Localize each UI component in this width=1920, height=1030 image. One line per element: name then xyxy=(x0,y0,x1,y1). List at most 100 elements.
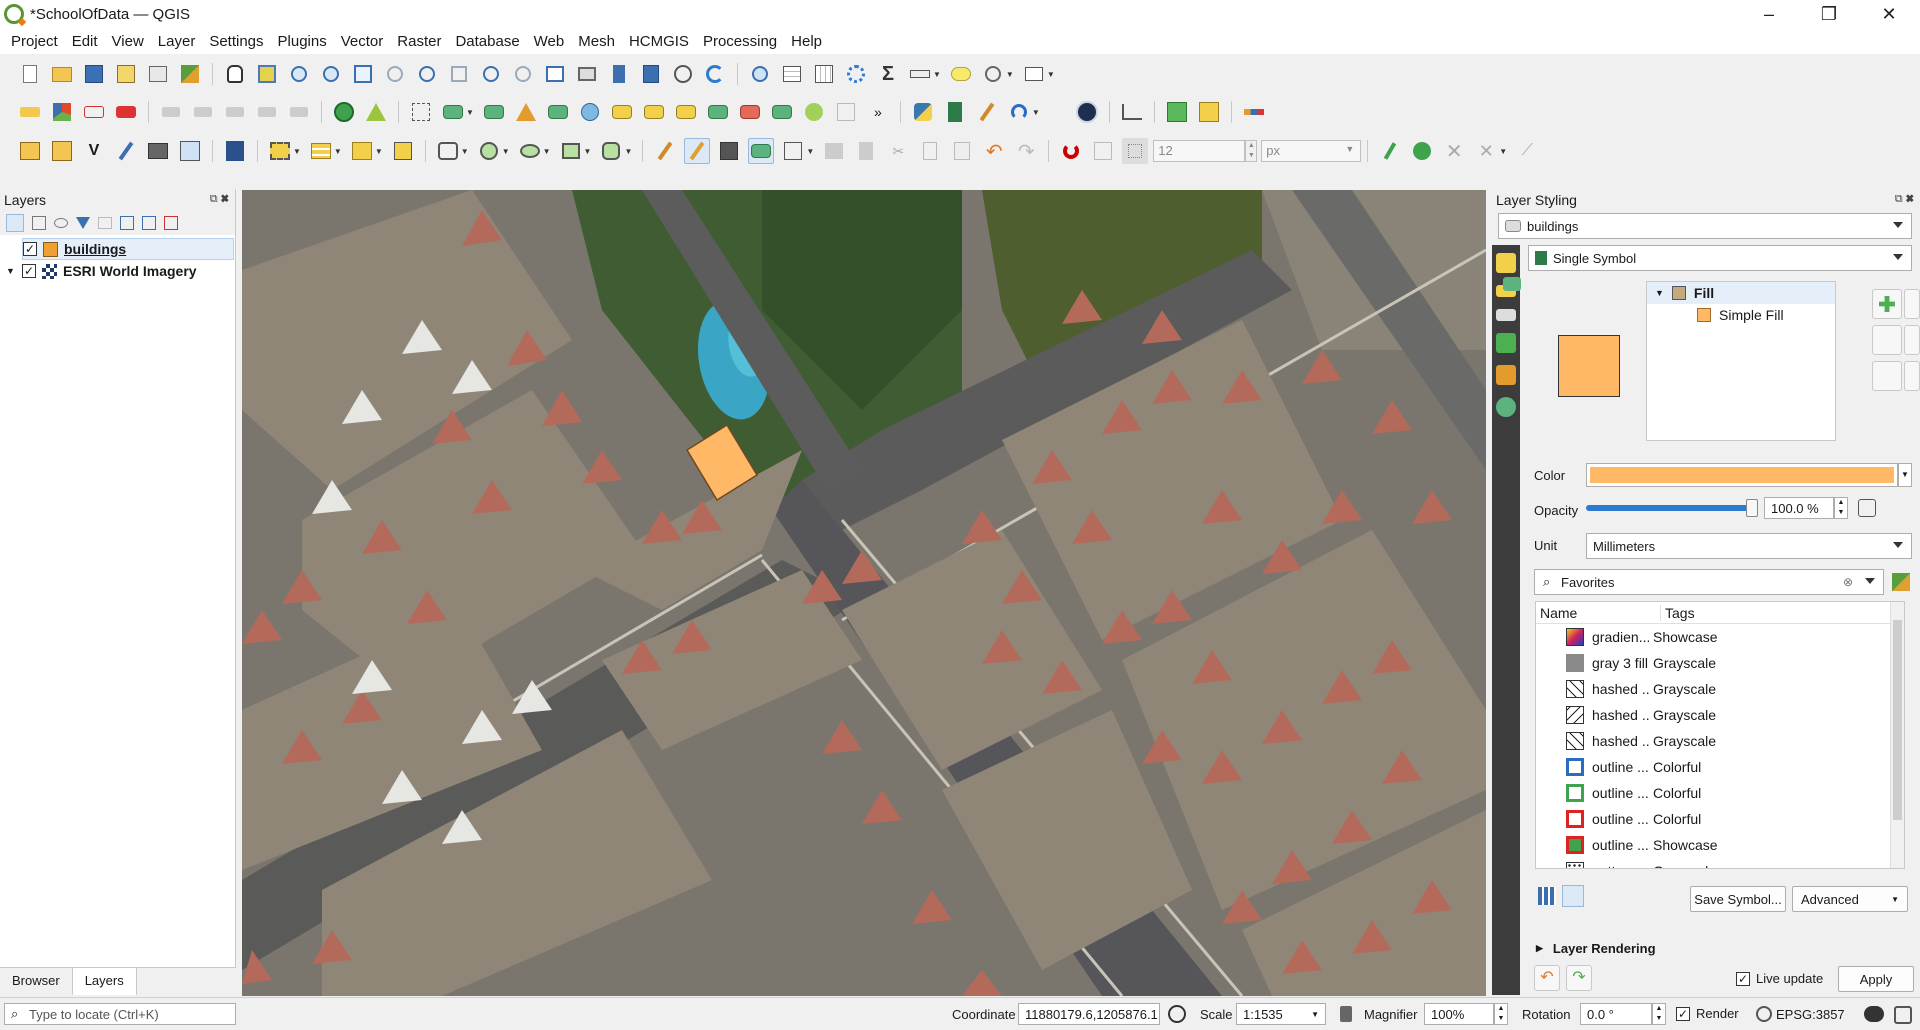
hcmgis-tool-11-icon[interactable] xyxy=(801,99,827,125)
3d-view-tab-icon[interactable] xyxy=(1496,333,1516,353)
menu-plugins[interactable]: Plugins xyxy=(271,33,334,50)
triangle-icon[interactable] xyxy=(363,99,389,125)
select-features-icon[interactable] xyxy=(267,138,293,164)
close-button[interactable]: ✕ xyxy=(1860,0,1918,28)
label-toolbar-icon[interactable] xyxy=(17,99,43,125)
new-bookmark-icon[interactable] xyxy=(606,61,632,87)
statistical-summary-icon[interactable]: Σ xyxy=(875,61,901,87)
hcmgis-tool-4-icon[interactable] xyxy=(577,99,603,125)
zoom-to-layer-icon[interactable] xyxy=(414,61,440,87)
panel-float-close-icon[interactable]: ⧉ ✖ xyxy=(1895,193,1914,206)
new-3d-map-view-icon[interactable] xyxy=(574,61,600,87)
labels-mask-tab-icon[interactable] xyxy=(1496,309,1516,321)
menu-view[interactable]: View xyxy=(105,33,151,50)
toggle-extents-icon[interactable] xyxy=(1168,1005,1186,1023)
topological-editing-icon[interactable] xyxy=(1409,138,1435,164)
remove-symbol-layer-button[interactable] xyxy=(1872,325,1902,355)
snapping-magnet-icon[interactable] xyxy=(1058,138,1084,164)
history-tab-icon[interactable] xyxy=(1496,397,1516,417)
symbol-row[interactable]: hashed ... Grayscale xyxy=(1536,728,1904,754)
magnifier-spin-arrows-icon[interactable]: ▲ ▼ xyxy=(1494,1003,1508,1025)
lock-scale-icon[interactable] xyxy=(1340,1006,1352,1022)
dropdown-arrow-icon[interactable]: ▼ xyxy=(1006,70,1014,79)
layer-style-icon[interactable] xyxy=(6,214,24,232)
zoom-last-icon[interactable] xyxy=(478,61,504,87)
quick-map-services-icon[interactable] xyxy=(1164,99,1190,125)
add-virtual-layer-icon[interactable] xyxy=(177,138,203,164)
add-group-icon[interactable] xyxy=(32,216,46,230)
undo-style-button[interactable]: ↶ xyxy=(1534,965,1560,991)
dropdown-arrow-icon[interactable]: ▼ xyxy=(543,147,551,156)
save-as-icon[interactable] xyxy=(113,61,139,87)
deselect-all-icon[interactable] xyxy=(349,138,375,164)
minimize-button[interactable]: – xyxy=(1740,0,1798,28)
add-ring-icon[interactable] xyxy=(435,138,461,164)
table-scrollbar[interactable] xyxy=(1890,602,1904,868)
tolerance-input[interactable]: 12 xyxy=(1153,140,1246,162)
scale-select[interactable]: 1:1535 ▼ xyxy=(1236,1003,1326,1025)
icon-view-icon[interactable] xyxy=(1538,887,1556,905)
profile-tool-icon[interactable] xyxy=(1119,99,1145,125)
render-checkbox[interactable]: ✓ xyxy=(1676,1006,1690,1021)
toggle-editing-icon[interactable] xyxy=(684,138,711,164)
label-property-icon[interactable] xyxy=(222,99,248,125)
hcmgis-tool-3-icon[interactable] xyxy=(545,99,571,125)
hcmgis-tool-10-icon[interactable] xyxy=(769,99,795,125)
messages-icon[interactable] xyxy=(1864,1006,1884,1022)
vertex-editor-icon[interactable] xyxy=(780,138,806,164)
opacity-slider-handle[interactable] xyxy=(1746,499,1758,517)
menu-help[interactable]: Help xyxy=(784,33,829,50)
redo-icon[interactable]: ↷ xyxy=(1013,138,1039,164)
globe-dark-icon[interactable] xyxy=(1074,99,1100,125)
layer-row-esri-world-imagery[interactable]: ▼ ✓ ESRI World Imagery xyxy=(6,260,235,282)
globe-green-icon[interactable] xyxy=(331,99,357,125)
diagrams-tab-icon[interactable] xyxy=(1496,365,1516,385)
undo-icon[interactable]: ↶ xyxy=(981,138,1007,164)
symbol-row[interactable]: gradien... Showcase xyxy=(1536,624,1904,650)
rotation-spin-arrows-icon[interactable]: ▲ ▼ xyxy=(1652,1003,1666,1025)
snapping-layer-icon[interactable] xyxy=(1122,138,1149,164)
save-symbol-button[interactable]: Save Symbol... xyxy=(1690,886,1786,912)
menu-layer[interactable]: Layer xyxy=(151,33,203,50)
snap-avoid-icon[interactable]: ⟋ xyxy=(1514,138,1540,164)
manage-visibility-icon[interactable] xyxy=(54,218,68,228)
label-change-icon[interactable] xyxy=(286,99,312,125)
add-vector-icon[interactable]: V xyxy=(81,138,107,164)
style-manager-icon[interactable] xyxy=(177,61,203,87)
filter-expression-icon[interactable] xyxy=(98,217,112,229)
map-canvas[interactable] xyxy=(242,190,1486,996)
symbol-row[interactable]: outline ... Showcase xyxy=(1536,832,1904,858)
layer-row-buildings[interactable]: ✓ buildings xyxy=(22,238,234,260)
open-project-icon[interactable] xyxy=(49,61,75,87)
open-attribute-table-icon[interactable] xyxy=(779,61,805,87)
magnifier-spinbox[interactable]: 100% xyxy=(1424,1003,1494,1025)
color-button[interactable] xyxy=(1586,463,1898,487)
refresh-icon[interactable] xyxy=(702,61,728,87)
symbol-row[interactable]: outline ... Colorful xyxy=(1536,806,1904,832)
panel-float-close-icon[interactable]: ⧉ ✖ xyxy=(210,193,229,206)
dropdown-arrow-icon[interactable]: ▼ xyxy=(1032,108,1040,117)
label-highlight-icon[interactable] xyxy=(113,99,139,125)
more-tools-icon[interactable]: » xyxy=(865,99,891,125)
modify-attributes-icon[interactable] xyxy=(821,138,847,164)
snap-intersection-icon[interactable]: ✕ xyxy=(1441,138,1467,164)
label-pin-icon[interactable] xyxy=(81,99,107,125)
python-console-icon[interactable] xyxy=(910,99,936,125)
renderer-select[interactable]: Single Symbol xyxy=(1528,245,1912,271)
crs-button[interactable]: EPSG:3857 xyxy=(1756,1006,1845,1022)
hcmgis-tool-6-icon[interactable] xyxy=(641,99,667,125)
menu-mesh[interactable]: Mesh xyxy=(571,33,622,50)
add-rectangle-icon[interactable] xyxy=(558,138,584,164)
add-wms-icon[interactable] xyxy=(145,138,171,164)
dropdown-arrow-icon[interactable]: ▼ xyxy=(584,147,592,156)
label-show-hide-icon[interactable] xyxy=(254,99,280,125)
new-geopackage-icon[interactable] xyxy=(49,138,75,164)
live-update-toggle[interactable]: ✓ Live update xyxy=(1736,971,1823,986)
symbol-row[interactable]: outline ... Colorful xyxy=(1536,754,1904,780)
symbol-row[interactable]: hashed ... Grayscale xyxy=(1536,702,1904,728)
hcmgis-tool-8-icon[interactable] xyxy=(705,99,731,125)
layer-visibility-checkbox[interactable]: ✓ xyxy=(22,264,36,278)
zoom-out-icon[interactable] xyxy=(318,61,344,87)
restore-button[interactable]: ❐ xyxy=(1800,0,1858,28)
opacity-slider[interactable] xyxy=(1586,499,1758,517)
